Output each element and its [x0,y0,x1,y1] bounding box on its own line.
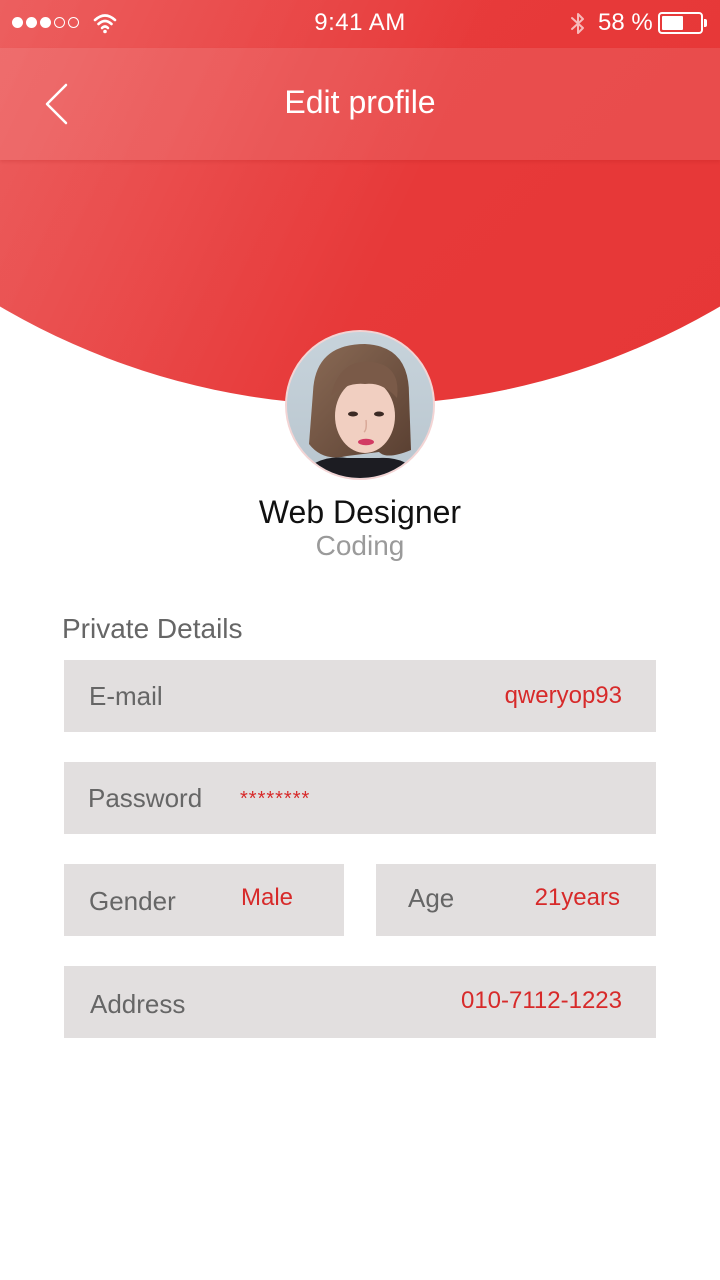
profile-role: Coding [315,530,405,561]
age-value: 21years [534,884,620,911]
address-value: 010-7112-1223 [460,987,622,1014]
navigation-bar: Edit profile [0,48,720,160]
email-value: qweryop93 [504,682,622,709]
age-field[interactable]: Age 21years [376,864,656,936]
email-label: E-mail [89,681,163,711]
avatar[interactable] [285,330,435,480]
profile-photo [287,332,433,478]
gender-value: Male [241,884,294,911]
address-field[interactable]: Address 010-7112-1223 [64,966,656,1038]
profile-name: Web Designer [258,494,462,530]
password-label: Password [88,783,203,813]
password-field[interactable]: Password ******** [64,762,656,834]
section-title-private-details: Private Details [62,613,243,644]
bluetooth-icon [571,13,584,34]
status-bar: 9:41 AM 58 % [0,0,720,48]
email-field[interactable]: E-mail qweryop93 [64,660,656,732]
edit-profile-screen: 9:41 AM 58 % Edit profile Web Designer C… [0,0,720,1280]
gender-field[interactable]: Gender Male [64,864,344,936]
battery-tip [704,19,707,27]
address-label: Address [90,989,186,1019]
password-value: ******** [240,788,311,810]
page-title: Edit profile [284,84,436,120]
gender-label: Gender [89,886,176,916]
battery-icon [658,12,703,34]
battery-percent: 58 % [598,9,653,36]
age-label: Age [408,883,455,913]
